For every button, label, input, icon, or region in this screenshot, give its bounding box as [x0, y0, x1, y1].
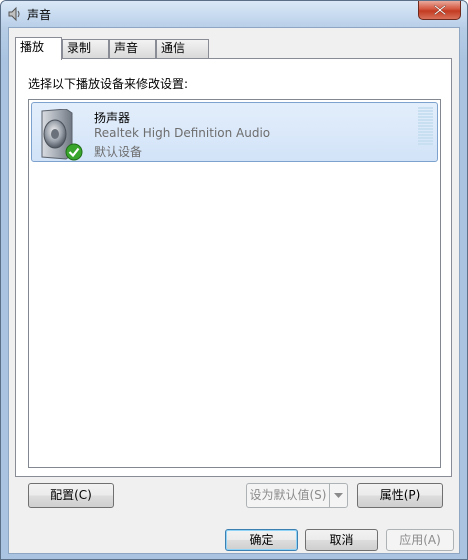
playback-panel: 选择以下播放设备来修改设置: 扬声器 Realtek High Definiti… — [15, 58, 452, 477]
speaker-icon — [41, 109, 83, 161]
tab-recording[interactable]: 录制 — [62, 39, 109, 58]
volume-meter — [418, 107, 433, 147]
tab-sounds-label: 声音 — [114, 41, 139, 55]
tab-playback-label: 播放 — [20, 40, 45, 54]
apply-button[interactable]: 应用(A) — [386, 529, 454, 551]
set-default-label: 设为默认值(S) — [249, 488, 327, 502]
check-icon — [65, 143, 83, 161]
device-list[interactable]: 扬声器 Realtek High Definition Audio 默认设备 — [28, 99, 441, 468]
tab-recording-label: 录制 — [67, 41, 92, 55]
tab-sounds[interactable]: 声音 — [109, 39, 156, 58]
chevron-down-icon — [334, 493, 343, 498]
ok-button[interactable]: 确定 — [225, 529, 298, 551]
sound-dialog: 声音 播放 录制 声音 通信 选择以下播放设备来修改设置: 扬声器 Realte… — [0, 0, 468, 560]
set-default-button[interactable]: 设为默认值(S) — [246, 483, 348, 508]
properties-button[interactable]: 属性(P) — [357, 483, 443, 508]
device-status: 默认设备 — [94, 145, 143, 159]
device-item-speakers[interactable]: 扬声器 Realtek High Definition Audio 默认设备 — [31, 102, 438, 162]
title-bar[interactable]: 声音 — [1, 1, 467, 27]
window-title: 声音 — [27, 8, 52, 22]
device-name: 扬声器 — [94, 111, 131, 125]
device-description: Realtek High Definition Audio — [94, 126, 271, 140]
set-default-dropdown[interactable] — [329, 484, 347, 507]
tab-playback[interactable]: 播放 — [15, 37, 62, 60]
close-button[interactable] — [418, 1, 461, 20]
tab-communications-label: 通信 — [161, 41, 186, 55]
instruction-text: 选择以下播放设备来修改设置: — [28, 77, 189, 91]
cancel-button[interactable]: 取消 — [305, 529, 378, 551]
configure-button[interactable]: 配置(C) — [28, 483, 114, 508]
speaker-app-icon — [8, 6, 20, 22]
close-icon — [434, 5, 446, 15]
dialog-client-area: 播放 录制 声音 通信 选择以下播放设备来修改设置: 扬声器 Realtek H… — [8, 27, 460, 554]
tab-communications[interactable]: 通信 — [156, 39, 209, 58]
